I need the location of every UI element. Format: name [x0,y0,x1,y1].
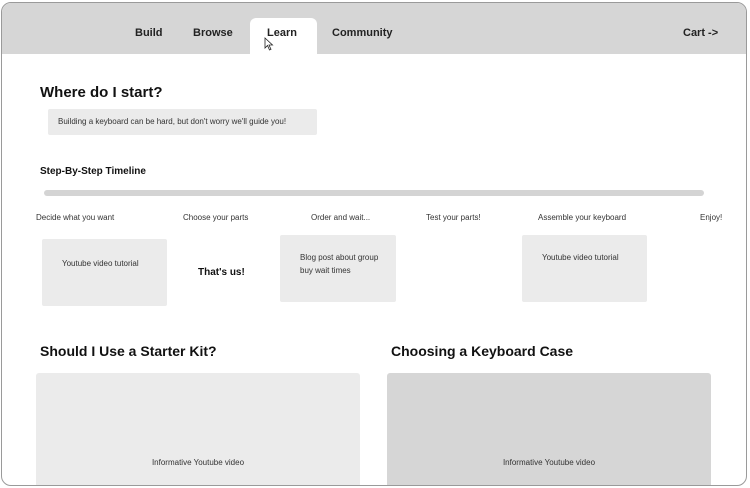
app-window: Build Browse Learn Community Cart -> Whe… [1,2,747,486]
intro-blurb: Building a keyboard can be hard, but don… [48,109,317,135]
card-label: Blog post about group buy wait times [300,253,379,275]
page-heading: Where do I start? [40,84,163,101]
timeline-step: Decide what you want [36,213,115,222]
cart-link[interactable]: Cart -> [683,27,718,39]
section-heading: Should I Use a Starter Kit? [40,343,217,359]
mouse-cursor-icon [264,37,274,51]
video-tutorial-card[interactable]: Youtube video tutorial [42,239,167,306]
timeline-bar [44,190,704,196]
nav-build[interactable]: Build [135,27,163,39]
top-navigation: Build Browse Learn Community Cart -> [2,3,746,55]
blog-post-card[interactable]: Blog post about group buy wait times [280,235,396,302]
video-embed[interactable]: Informative Youtube video [36,373,360,485]
timeline-step: Assemble your keyboard [538,213,627,222]
section-heading: Choosing a Keyboard Case [391,343,574,359]
video-label: Informative Youtube video [502,458,596,467]
timeline-step: Test your parts! [426,213,481,222]
nav-browse[interactable]: Browse [193,27,233,39]
video-label: Informative Youtube video [151,458,245,467]
callout-text: That's us! [198,267,245,278]
card-label: Youtube video tutorial [62,259,139,268]
timeline-step: Choose your parts [183,213,249,222]
timeline-step: Order and wait... [311,213,371,222]
nav-community[interactable]: Community [332,27,393,39]
timeline-title: Step-By-Step Timeline [40,166,146,177]
card-label: Youtube video tutorial [542,253,619,262]
video-embed[interactable]: Informative Youtube video [387,373,711,485]
timeline-step: Enjoy! [700,213,723,222]
video-tutorial-card[interactable]: Youtube video tutorial [522,235,647,302]
